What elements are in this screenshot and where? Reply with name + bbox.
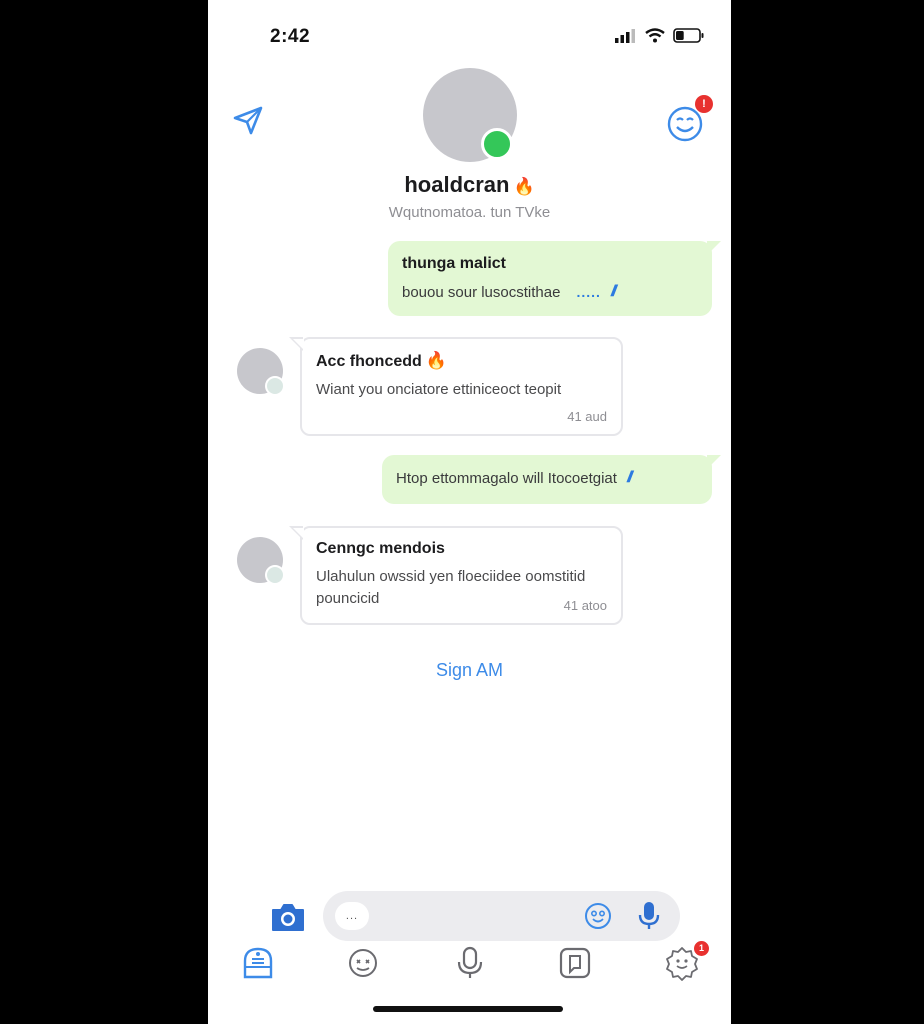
send-icon[interactable] [232, 104, 264, 136]
sender-status-dot [265, 565, 285, 585]
message-input[interactable] [379, 903, 573, 931]
incoming-message[interactable]: Acc fhoncedd 🔥 Wiant you onciatore ettini… [289, 337, 623, 436]
profile-name: hoaldcran 🔥 [208, 172, 731, 198]
sign-link[interactable]: Sign AM [208, 660, 731, 681]
profile-name-text: hoaldcran [404, 172, 510, 197]
camera-icon[interactable] [270, 900, 306, 934]
message-text: Wiant you onciatore ettiniceoct teopit [316, 381, 562, 398]
message-title-text: Acc fhoncedd [316, 353, 422, 370]
stories-icon[interactable] [557, 945, 593, 981]
mic-icon[interactable] [636, 900, 662, 932]
voice-tab-icon[interactable] [452, 945, 488, 981]
message-text: Ulahulun owssid yen floeciidee oomstitid… [316, 568, 586, 607]
battery-icon [673, 28, 704, 43]
read-receipt-icon: // [626, 469, 633, 486]
home-indicator [373, 1006, 563, 1012]
composer-attachment-chip[interactable]: ... [335, 902, 369, 930]
incoming-message[interactable]: Cenngc mendois Ulahulun owssid yen floec… [289, 526, 623, 625]
profile-status: Wqutnomatoa. tun TVke [388, 204, 551, 221]
phone-screen: 2:42 ! hoaldcran 🔥 Wqutnomatoa. tun TVke… [208, 0, 731, 1024]
flame-icon: 🔥 [513, 177, 535, 196]
sender-avatar[interactable] [237, 537, 285, 585]
status-icons [615, 28, 705, 43]
sender-status-dot [265, 376, 285, 396]
message-body: Htop ettommagalo will Itocoetgiat // [396, 469, 698, 487]
sender-avatar[interactable] [237, 348, 285, 396]
status-time: 2:42 [270, 26, 311, 47]
online-indicator [481, 128, 513, 160]
message-text: Htop ettommagalo will Itocoetgiat [396, 469, 617, 487]
settings-badge: 1 [694, 941, 709, 956]
message-text: bouou sour lusocstithae [402, 283, 561, 301]
notification-badge: ! [695, 95, 713, 113]
message-title: Cenngc mendois [316, 540, 445, 557]
message-body: bouou sour lusocstithae ..... // [402, 283, 698, 301]
outgoing-message[interactable]: Htop ettommagalo will Itocoetgiat // [382, 455, 721, 504]
read-receipt-icon: // [610, 283, 617, 300]
wifi-icon [645, 28, 665, 43]
signal-icon [615, 28, 635, 43]
home-icon[interactable] [240, 945, 276, 981]
message-time: 41 aud [567, 409, 607, 424]
message-time: 41 atoo [563, 598, 607, 613]
message-composer: ... [323, 891, 680, 941]
message-title: thunga malict [402, 255, 507, 272]
flame-icon: 🔥 [425, 351, 447, 370]
outgoing-message[interactable]: thunga malict bouou sour lusocstithae ..… [388, 241, 721, 316]
sticker-icon[interactable] [345, 945, 381, 981]
typing-dots: ..... [576, 284, 601, 300]
smiley-icon[interactable] [583, 901, 613, 931]
message-title: Acc fhoncedd 🔥 [316, 351, 607, 371]
